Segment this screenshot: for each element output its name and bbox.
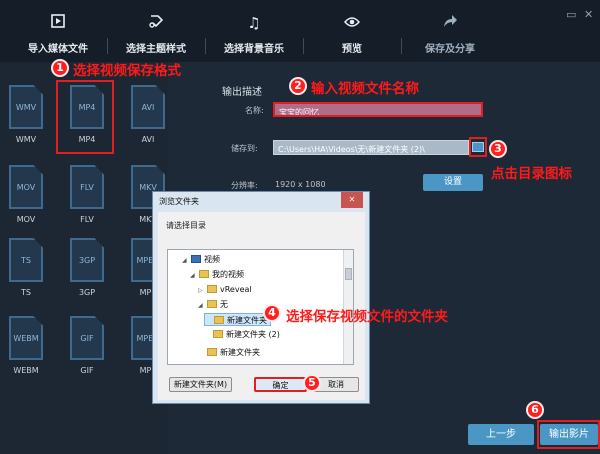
eye-icon <box>304 14 400 34</box>
nav-music-label: 选择背景音乐 <box>224 44 284 55</box>
format-label: 3GP <box>78 288 96 297</box>
file-format-icon: GIF <box>70 316 104 360</box>
folder-icon <box>207 300 217 308</box>
export-highlight-box <box>537 420 600 449</box>
nav-share-label: 保存及分享 <box>425 44 475 55</box>
resolution-value: 1920 x 1080 <box>275 180 326 189</box>
annotation-text: 点击目录图标 <box>491 166 572 182</box>
folder-icon <box>199 270 209 278</box>
annotation-text: 选择保存视频文件的文件夹 <box>286 309 448 325</box>
format-webm[interactable]: WEBM WEBM <box>4 316 48 375</box>
folder-icon <box>214 316 224 324</box>
close-icon[interactable]: ✕ <box>341 192 363 208</box>
tree-node-vreveal[interactable]: ▷ vReveal <box>198 283 252 296</box>
nav-theme-style[interactable]: 选择主题样式 <box>108 14 204 55</box>
browse-folder-dialog: 浏览文件夹 ✕ 请选择目录 ◢ 视频 ◢ 我的视频 ▷ vReveal ◢ 无 新建文件… <box>152 191 370 404</box>
settings-button[interactable]: 设置 <box>423 174 483 191</box>
name-label: 名称: <box>245 106 264 115</box>
nav-import-media[interactable]: 导入媒体文件 <box>10 14 106 55</box>
save-path-input[interactable]: C:\Users\HA\Videos\无\新建文件夹 (2)\ <box>273 140 469 155</box>
format-wmv[interactable]: WMV WMV <box>4 85 48 144</box>
annotation-text: 输入视频文件名称 <box>311 81 419 97</box>
format-label: GIF <box>80 366 94 375</box>
format-label: WMV <box>15 135 37 144</box>
step-number-badge: 1 <box>51 59 69 77</box>
file-format-icon: 3GP <box>70 238 104 282</box>
nav-import-label: 导入媒体文件 <box>28 44 88 55</box>
file-format-icon: AVI <box>131 85 165 129</box>
nav-save-share[interactable]: 保存及分享 <box>402 14 498 55</box>
file-format-icon: WMV <box>9 85 43 129</box>
step-number-badge: 4 <box>263 304 281 322</box>
file-format-icon: WEBM <box>9 316 43 360</box>
close-window-icon[interactable]: ✕ <box>584 8 593 21</box>
nav-background-music[interactable]: ♫ 选择背景音乐 <box>206 14 302 55</box>
name-input[interactable]: 宝宝的回忆 <box>273 102 483 117</box>
format-avi[interactable]: AVI AVI <box>126 85 170 144</box>
tree-node-new-folder[interactable]: 新建文件夹 <box>204 313 271 326</box>
expand-icon[interactable]: ◢ <box>198 299 207 312</box>
browse-folder-icon[interactable] <box>472 142 484 152</box>
collapse-icon[interactable]: ▷ <box>198 284 207 297</box>
expand-icon[interactable]: ◢ <box>182 254 191 267</box>
dialog-prompt: 请选择目录 <box>166 221 206 230</box>
tree-node-wu[interactable]: ◢ 无 <box>198 298 228 311</box>
annotation-text: 选择视频保存格式 <box>73 63 181 79</box>
share-arrow-icon <box>402 14 498 34</box>
step-number-badge: 6 <box>526 401 544 419</box>
format-label: TS <box>21 288 31 297</box>
format-flv[interactable]: FLV FLV <box>65 165 109 224</box>
theme-style-icon <box>108 14 204 34</box>
nav-theme-label: 选择主题样式 <box>126 44 186 55</box>
format-ts[interactable]: TS TS <box>4 238 48 297</box>
format-label: AVI <box>141 135 155 144</box>
save-path-label: 储存到: <box>231 144 258 153</box>
tree-node-my-videos[interactable]: ◢ 我的视频 <box>190 268 244 281</box>
library-icon <box>191 255 201 263</box>
minimize-icon[interactable]: ▭ <box>566 8 576 21</box>
format-gif[interactable]: GIF GIF <box>65 316 109 375</box>
file-format-icon: FLV <box>70 165 104 209</box>
previous-step-button[interactable]: 上一步 <box>468 424 534 445</box>
step-number-badge: 5 <box>303 374 321 392</box>
app-window: ▭ ✕ 导入媒体文件 选择主题样式 ♫ 选择背景音乐 预览 保存及分享 WMV … <box>0 0 600 454</box>
step-number-badge: 3 <box>489 140 507 158</box>
format-mov[interactable]: MOV MOV <box>4 165 48 224</box>
music-note-icon: ♫ <box>247 14 261 32</box>
import-media-icon <box>10 14 106 34</box>
dialog-title: 浏览文件夹 <box>159 197 199 206</box>
expand-icon[interactable]: ◢ <box>190 269 199 282</box>
resolution-label: 分辨率: <box>231 181 258 190</box>
tree-node-new-folder-2[interactable]: 新建文件夹 (2) <box>204 328 280 341</box>
ok-button[interactable]: 确定 <box>254 377 307 392</box>
nav-preview-label: 预览 <box>342 44 362 55</box>
file-format-icon: MOV <box>9 165 43 209</box>
output-description-title: 输出描述 <box>222 87 262 98</box>
scroll-thumb[interactable] <box>345 268 352 280</box>
tree-node-videos[interactable]: ◢ 视频 <box>182 253 220 266</box>
folder-icon <box>207 285 217 293</box>
format-label: FLV <box>80 215 94 224</box>
format-label: WEBM <box>13 366 39 375</box>
new-folder-button[interactable]: 新建文件夹(M) <box>169 377 232 392</box>
format-label: MOV <box>16 215 36 224</box>
tree-node-new-folder-3[interactable]: 新建文件夹 <box>198 346 260 359</box>
top-navigation: ▭ ✕ 导入媒体文件 选择主题样式 ♫ 选择背景音乐 预览 保存及分享 <box>0 0 600 62</box>
folder-icon <box>213 330 223 338</box>
file-format-icon: TS <box>9 238 43 282</box>
mp4-highlight-box <box>56 80 114 154</box>
step-number-badge: 2 <box>289 77 307 95</box>
format-3gp[interactable]: 3GP 3GP <box>65 238 109 297</box>
folder-icon <box>207 348 217 356</box>
nav-preview[interactable]: 预览 <box>304 14 400 55</box>
